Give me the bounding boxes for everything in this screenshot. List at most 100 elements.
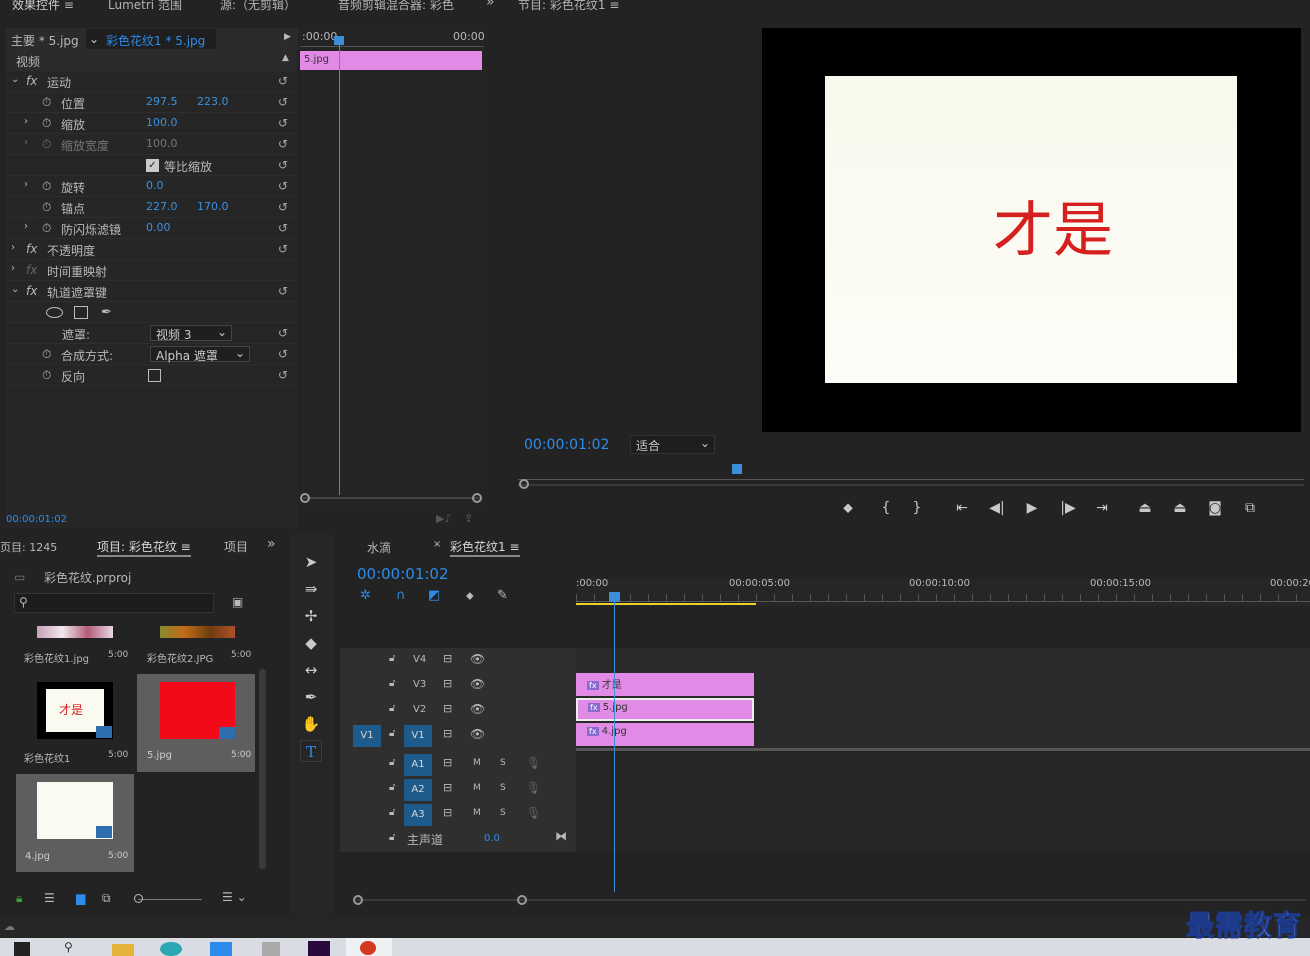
- type-tool-icon[interactable]: T: [300, 740, 322, 762]
- source-patch-v1[interactable]: V1: [353, 725, 381, 747]
- active-app[interactable]: [346, 938, 392, 956]
- ec-playhead[interactable]: [339, 40, 340, 495]
- ec-mini-timeline[interactable]: :00:00 00:00 5.jpg: [300, 28, 485, 508]
- tab-project[interactable]: 项目: 彩色花纹 ≡: [97, 538, 191, 557]
- program-canvas[interactable]: 才是: [762, 28, 1301, 432]
- new-bin-icon[interactable]: ▣: [232, 595, 243, 609]
- app-icon[interactable]: [262, 942, 280, 956]
- track-target-v1[interactable]: V1: [404, 725, 432, 747]
- sync-lock-icon[interactable]: ⊟: [443, 781, 452, 794]
- reset-icon[interactable]: ↺: [278, 347, 292, 361]
- ec-row-motion[interactable]: ⌄ fx 运动 ↺: [6, 71, 296, 92]
- reset-icon[interactable]: ↺: [278, 284, 292, 298]
- mute-button[interactable]: M: [473, 808, 481, 818]
- pen-mask-icon[interactable]: ✒: [101, 305, 112, 320]
- more-tabs-icon[interactable]: »: [267, 536, 276, 552]
- master-volume[interactable]: 0.0: [484, 833, 500, 844]
- program-timecode[interactable]: 00:00:01:02: [524, 437, 609, 453]
- snap-icon[interactable]: ∩: [396, 588, 406, 603]
- premiere-icon[interactable]: [308, 941, 330, 956]
- scale-value[interactable]: 100.0: [146, 116, 178, 129]
- marker-icon[interactable]: ⬥: [838, 500, 858, 516]
- playhead-handle[interactable]: [609, 592, 620, 602]
- chevron-right-icon[interactable]: ▶: [284, 32, 291, 42]
- more-tabs-icon[interactable]: »: [486, 0, 495, 10]
- app-icon[interactable]: [210, 942, 232, 956]
- clip-v2-image[interactable]: fx 5.jpg: [576, 698, 754, 721]
- mute-button[interactable]: M: [473, 758, 481, 768]
- program-playhead[interactable]: [732, 464, 742, 474]
- freeform-view-icon[interactable]: ⧉: [102, 891, 111, 906]
- sort-icon[interactable]: ☰ ⌄: [222, 890, 247, 904]
- stopwatch-icon[interactable]: ⏱: [42, 347, 51, 362]
- audio-tracks-area[interactable]: [576, 752, 1310, 852]
- reset-icon[interactable]: ↺: [278, 221, 292, 235]
- timeline-timecode[interactable]: 00:00:01:02: [357, 565, 449, 583]
- sync-lock-icon[interactable]: ⊟: [443, 652, 452, 665]
- anchor-y-value[interactable]: 170.0: [197, 200, 229, 213]
- reset-icon[interactable]: ↺: [278, 242, 292, 256]
- sync-lock-icon[interactable]: ⊟: [443, 702, 452, 715]
- eye-icon[interactable]: 👁︎: [470, 652, 485, 666]
- mute-button[interactable]: M: [473, 783, 481, 793]
- ellipse-mask-icon[interactable]: [46, 307, 63, 318]
- anchor-x-value[interactable]: 227.0: [146, 200, 178, 213]
- work-area-bar[interactable]: [576, 603, 756, 605]
- zoom-handle-left[interactable]: [300, 493, 310, 503]
- ec-row-flicker[interactable]: › ⏱ 防闪烁滤镜 0.00 ↺: [6, 218, 296, 239]
- position-y-value[interactable]: 223.0: [197, 95, 229, 108]
- lock-icon[interactable]: 🔓︎: [389, 678, 395, 689]
- lock-icon[interactable]: 🔓︎: [389, 757, 395, 768]
- uniform-scale-checkbox[interactable]: ✓: [146, 159, 159, 172]
- step-back-icon[interactable]: ◀|: [987, 500, 1007, 516]
- zoom-handle-right[interactable]: [472, 493, 482, 503]
- play-icon[interactable]: ▶: [1022, 500, 1042, 516]
- stopwatch-icon[interactable]: ⏱: [42, 368, 51, 383]
- ec-row-trackmatte[interactable]: ⌄ fx 轨道遮罩键 ↺: [6, 281, 296, 302]
- ec-row-anchor[interactable]: ⏱ 锚点 227.0 170.0 ↺: [6, 197, 296, 218]
- razor-tool-icon[interactable]: ◆: [300, 632, 322, 654]
- lock-icon[interactable]: 🔓︎: [389, 653, 395, 664]
- timeline-playhead[interactable]: [614, 592, 615, 892]
- rotation-value[interactable]: 0.0: [146, 179, 164, 192]
- compare-icon[interactable]: ⧉: [1240, 500, 1260, 516]
- playhead-handle[interactable]: [334, 36, 344, 45]
- thumbnail-size-slider[interactable]: [134, 894, 143, 903]
- clip-v3-title[interactable]: fx 才是: [576, 673, 754, 696]
- reset-icon[interactable]: ↺: [278, 116, 292, 130]
- microphone-icon[interactable]: 🎙︎: [526, 806, 541, 820]
- stopwatch-icon[interactable]: ⏱: [42, 221, 51, 236]
- microphone-icon[interactable]: 🎙︎: [526, 781, 541, 795]
- ec-row-timeremap[interactable]: › fx 时间重映射: [6, 260, 296, 281]
- list-item[interactable]: 彩色花纹2.JPG 5:00: [137, 626, 255, 666]
- list-item-selected[interactable]: 5.jpg 5:00: [137, 674, 255, 772]
- slip-tool-icon[interactable]: ↔: [300, 659, 322, 681]
- clip-v1-image[interactable]: fx 4.jpg: [576, 723, 754, 746]
- solo-button[interactable]: S: [500, 783, 506, 793]
- lock-icon[interactable]: 🔓︎: [389, 807, 395, 818]
- lock-icon[interactable]: 🔓︎: [389, 832, 395, 843]
- audio-icon[interactable]: ▶♪: [436, 512, 451, 525]
- ec-clip[interactable]: 5.jpg: [300, 51, 482, 70]
- scrollbar[interactable]: [259, 669, 266, 869]
- list-item[interactable]: 彩色花纹1.jpg 5:00: [16, 626, 134, 666]
- composite-dropdown[interactable]: Alpha 遮罩 ⌄: [150, 346, 250, 363]
- timeline-zoom-left[interactable]: [353, 895, 363, 905]
- go-to-in-icon[interactable]: ⇤: [952, 500, 972, 516]
- reset-icon[interactable]: ↺: [278, 200, 292, 214]
- tab-sequence-main[interactable]: 彩色花纹1 ≡: [450, 538, 520, 557]
- stopwatch-icon[interactable]: ⏱: [42, 116, 51, 131]
- ec-row-position[interactable]: ⏱ 位置 297.5 223.0 ↺: [6, 92, 296, 113]
- mark-out-icon[interactable]: }: [907, 500, 927, 516]
- sync-lock-icon[interactable]: ⊟: [443, 677, 452, 690]
- tab-audio-mixer[interactable]: 音频剪辑混合器: 彩色: [338, 0, 454, 12]
- tab-program[interactable]: 节目: 彩色花纹1 ≡: [518, 0, 619, 12]
- sync-lock-icon[interactable]: ⊟: [443, 806, 452, 819]
- eye-icon[interactable]: 👁︎: [470, 727, 485, 741]
- lock-icon[interactable]: 🔓︎: [389, 728, 395, 739]
- reset-icon[interactable]: ↺: [278, 137, 292, 151]
- icon-view-icon[interactable]: ▆: [76, 891, 85, 905]
- ec-row-rotation[interactable]: › ⏱ 旋转 0.0 ↺: [6, 176, 296, 197]
- tab-project-other[interactable]: 项目: [224, 538, 248, 555]
- flicker-value[interactable]: 0.00: [146, 221, 171, 234]
